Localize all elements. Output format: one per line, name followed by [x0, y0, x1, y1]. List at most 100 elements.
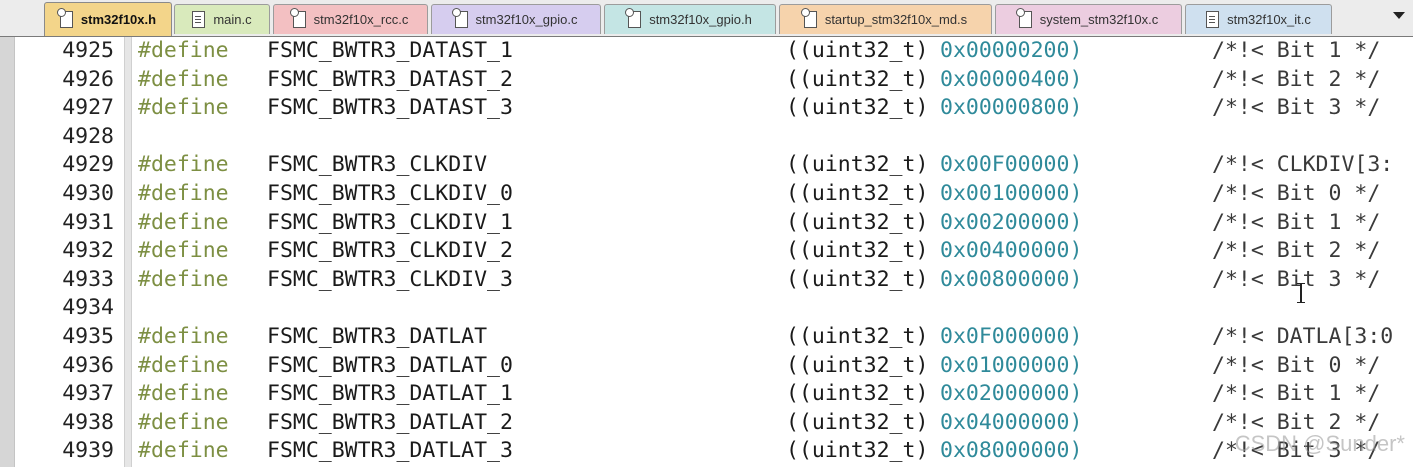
type-cast: ((uint32_t): [786, 324, 929, 349]
tab-label: stm32f10x.h: [80, 12, 157, 27]
c-file-icon: [1206, 11, 1220, 28]
define-keyword: #define: [138, 324, 229, 349]
tab-label: system_stm32f10x.c: [1039, 12, 1159, 27]
code-line[interactable]: 4925 #define FSMC_BWTR3_DATAST_1 ((uint32_t…: [0, 37, 1413, 65]
code-line[interactable]: 4931 #define FSMC_BWTR3_CLKDIV_1 ((uint32_t…: [0, 209, 1413, 237]
code-line[interactable]: 4933 #define FSMC_BWTR3_CLKDIV_3 ((uint32_t…: [0, 266, 1413, 294]
hex-value: 0x00F00000): [940, 152, 1083, 178]
code-comment: /*!< Bit 1 */: [1212, 38, 1381, 63]
line-number: 4925: [62, 38, 114, 63]
define-keyword: #define: [138, 66, 229, 92]
tab-list-dropdown-icon[interactable]: [1393, 12, 1405, 19]
type-cast: ((uint32_t): [786, 181, 929, 206]
code-line[interactable]: 4938 #define FSMC_BWTR3_DATLAT_2 ((uint32_t…: [0, 409, 1413, 437]
text-cursor-icon: [1297, 283, 1305, 303]
macro-name: FSMC_BWTR3_DATLAT_0: [267, 352, 513, 378]
type-cast: ((uint32_t): [786, 381, 929, 407]
tab-stm32f10x-gpio-h[interactable]: stm32f10x_gpio.h: [604, 4, 776, 34]
header-file-icon: [1015, 8, 1032, 28]
line-number: 4929: [62, 152, 114, 178]
code-comment: /*!< Bit 1 */: [1212, 381, 1381, 407]
c-file-icon: [192, 11, 206, 28]
code-line[interactable]: 4929 #define FSMC_BWTR3_CLKDIV ((uint32_t) 0…: [0, 151, 1413, 179]
code-line[interactable]: 4926 #define FSMC_BWTR3_DATAST_2 ((uint32_t…: [0, 66, 1413, 94]
type-cast: ((uint32_t): [786, 38, 929, 63]
define-keyword: #define: [138, 238, 229, 264]
hex-value: 0x00200000): [940, 209, 1083, 235]
line-number: 4935: [62, 324, 114, 349]
code-comment: /*!< Bit 2 */: [1212, 238, 1381, 264]
hex-value: 0x00400000): [940, 238, 1083, 264]
hex-value: 0x08000000): [940, 438, 1083, 464]
tab-stm32f10x-it-c[interactable]: stm32f10x_it.c: [1185, 4, 1332, 34]
macro-name: FSMC_BWTR3_CLKDIV: [267, 152, 488, 178]
type-cast: ((uint32_t): [786, 409, 929, 435]
type-cast: ((uint32_t): [786, 152, 929, 178]
type-cast: ((uint32_t): [786, 95, 929, 121]
hex-value: 0x00000400): [940, 66, 1083, 92]
define-keyword: #define: [138, 352, 229, 378]
file-tab-bar: stm32f10x.h main.c stm32f10x_rcc.c stm32…: [0, 0, 1413, 36]
type-cast: ((uint32_t): [786, 209, 929, 235]
define-keyword: #define: [138, 181, 229, 206]
define-keyword: #define: [138, 95, 229, 121]
macro-name: FSMC_BWTR3_DATAST_2: [267, 66, 513, 92]
hex-value: 0x04000000): [940, 409, 1083, 435]
tab-stm32f10x-h[interactable]: stm32f10x.h: [44, 2, 172, 36]
code-comment: /*!< Bit 0 */: [1212, 181, 1381, 206]
tab-stm32f10x-rcc-c[interactable]: stm32f10x_rcc.c: [273, 4, 428, 34]
code-line[interactable]: 4932 #define FSMC_BWTR3_CLKDIV_2 ((uint32_t…: [0, 237, 1413, 265]
code-comment: /*!< DATLA[3:0: [1212, 324, 1394, 349]
header-file-icon: [451, 8, 468, 28]
line-number: 4939: [62, 438, 114, 464]
code-line[interactable]: 4934: [0, 294, 1413, 322]
code-comment: /*!< CLKDIV[3:: [1212, 152, 1394, 178]
define-keyword: #define: [138, 152, 229, 178]
type-cast: ((uint32_t): [786, 438, 929, 464]
code-line[interactable]: 4930 #define FSMC_BWTR3_CLKDIV_0 ((uint32_t…: [0, 180, 1413, 208]
line-number: 4933: [62, 266, 114, 292]
code-editor[interactable]: 4925 #define FSMC_BWTR3_DATAST_1 ((uint32_t…: [0, 36, 1413, 467]
line-number: 4927: [62, 95, 114, 121]
type-cast: ((uint32_t): [786, 238, 929, 264]
hex-value: 0x01000000): [940, 352, 1083, 378]
macro-name: FSMC_BWTR3_DATLAT_1: [267, 381, 513, 407]
watermark: CSDN @Sunder*: [1234, 431, 1405, 456]
macro-name: FSMC_BWTR3_DATAST_3: [267, 95, 513, 121]
header-file-icon: [289, 8, 306, 28]
code-line[interactable]: 4928: [0, 123, 1413, 151]
line-number: 4926: [62, 66, 114, 92]
macro-name: FSMC_BWTR3_DATAST_1: [267, 38, 513, 63]
macro-name: FSMC_BWTR3_DATLAT: [267, 324, 488, 349]
code-line[interactable]: 4935 #define FSMC_BWTR3_DATLAT ((uint32_t) 0…: [0, 323, 1413, 351]
macro-name: FSMC_BWTR3_DATLAT_3: [267, 438, 513, 464]
line-number: 4937: [62, 381, 114, 407]
code-line[interactable]: 4939 #define FSMC_BWTR3_DATLAT_3 ((uint32_t…: [0, 437, 1413, 465]
header-file-icon: [56, 8, 73, 28]
code-line[interactable]: 4927 #define FSMC_BWTR3_DATAST_3 ((uint32_t…: [0, 94, 1413, 122]
hex-value: 0x02000000): [940, 381, 1083, 407]
type-cast: ((uint32_t): [786, 352, 929, 378]
line-number: 4928: [62, 123, 114, 149]
header-file-icon: [625, 8, 642, 28]
define-keyword: #define: [138, 409, 229, 435]
define-keyword: #define: [138, 438, 229, 464]
type-cast: ((uint32_t): [786, 66, 929, 92]
tab-label: stm32f10x_gpio.h: [649, 12, 752, 27]
tab-system-stm32f10x-c[interactable]: system_stm32f10x.c: [995, 4, 1182, 34]
code-line[interactable]: 4937 #define FSMC_BWTR3_DATLAT_1 ((uint32_t…: [0, 380, 1413, 408]
macro-name: FSMC_BWTR3_CLKDIV_0: [267, 181, 513, 206]
tab-label: stm32f10x_rcc.c: [313, 12, 409, 27]
define-keyword: #define: [138, 209, 229, 235]
tab-startup-stm32f10x-md-s[interactable]: startup_stm32f10x_md.s: [779, 4, 992, 34]
line-number: 4938: [62, 409, 114, 435]
tab-label: main.c: [213, 12, 252, 27]
header-file-icon: [800, 8, 817, 28]
line-number: 4936: [62, 352, 114, 378]
tab-stm32f10x-gpio-c[interactable]: stm32f10x_gpio.c: [431, 4, 601, 34]
hex-value: 0x0F000000): [940, 324, 1083, 349]
hex-value: 0x00000200): [940, 38, 1083, 63]
code-line[interactable]: 4936 #define FSMC_BWTR3_DATLAT_0 ((uint32_t…: [0, 352, 1413, 380]
code-comment: /*!< Bit 0 */: [1212, 352, 1381, 378]
tab-main-c[interactable]: main.c: [174, 4, 270, 34]
